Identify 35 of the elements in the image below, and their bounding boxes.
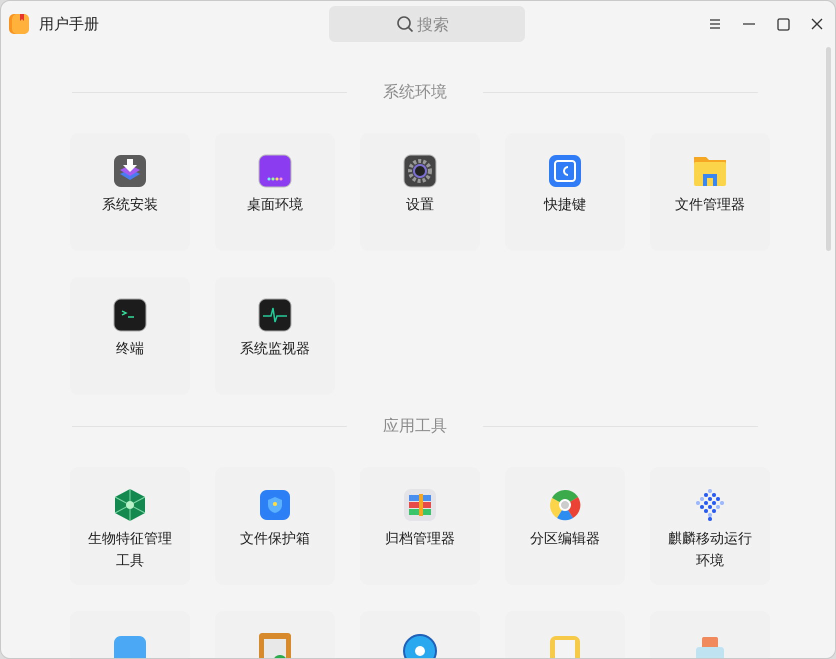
section-heading: 系统环境 — [382, 82, 448, 102]
card-label: 终端 — [115, 340, 145, 359]
menu-icon — [709, 19, 721, 29]
scrollbar[interactable] — [826, 47, 831, 251]
desktop-icon — [258, 154, 292, 188]
folder-icon — [693, 154, 727, 188]
window-title: 用户手册 — [39, 14, 99, 34]
dot-grid-icon — [693, 488, 727, 522]
download-layers-icon — [113, 154, 147, 188]
minimize-icon — [743, 23, 755, 25]
card-label: 归档管理器 — [384, 530, 456, 549]
card-label: 麒麟移动运行环境 — [667, 530, 753, 571]
search-field[interactable]: 搜索 — [329, 6, 525, 42]
section-heading: 应用工具 — [382, 416, 448, 436]
card-label: 快捷键 — [542, 196, 587, 215]
keyboard-key-icon — [548, 154, 582, 188]
card-label: 文件管理器 — [674, 196, 746, 215]
heartbeat-icon — [258, 298, 292, 332]
card-label: 文件保护箱 — [239, 530, 311, 549]
card-label: 分区编辑器 — [529, 530, 601, 549]
card-label: 设置 — [405, 196, 435, 215]
card-label: 系统安装 — [101, 196, 159, 215]
shield-icon — [258, 488, 292, 522]
card-label: 生物特征管理工具 — [87, 530, 173, 571]
book-icon — [9, 13, 29, 35]
hexagon-icon — [113, 488, 147, 522]
card-label: 系统监视器 — [239, 340, 311, 359]
maximize-icon — [776, 18, 790, 30]
card-label: 桌面环境 — [246, 196, 304, 215]
close-icon — [811, 18, 823, 30]
terminal-icon — [113, 298, 147, 332]
gear-icon — [403, 154, 437, 188]
pie-disc-icon — [548, 488, 582, 522]
archive-icon — [403, 488, 437, 522]
search-icon — [396, 15, 414, 33]
